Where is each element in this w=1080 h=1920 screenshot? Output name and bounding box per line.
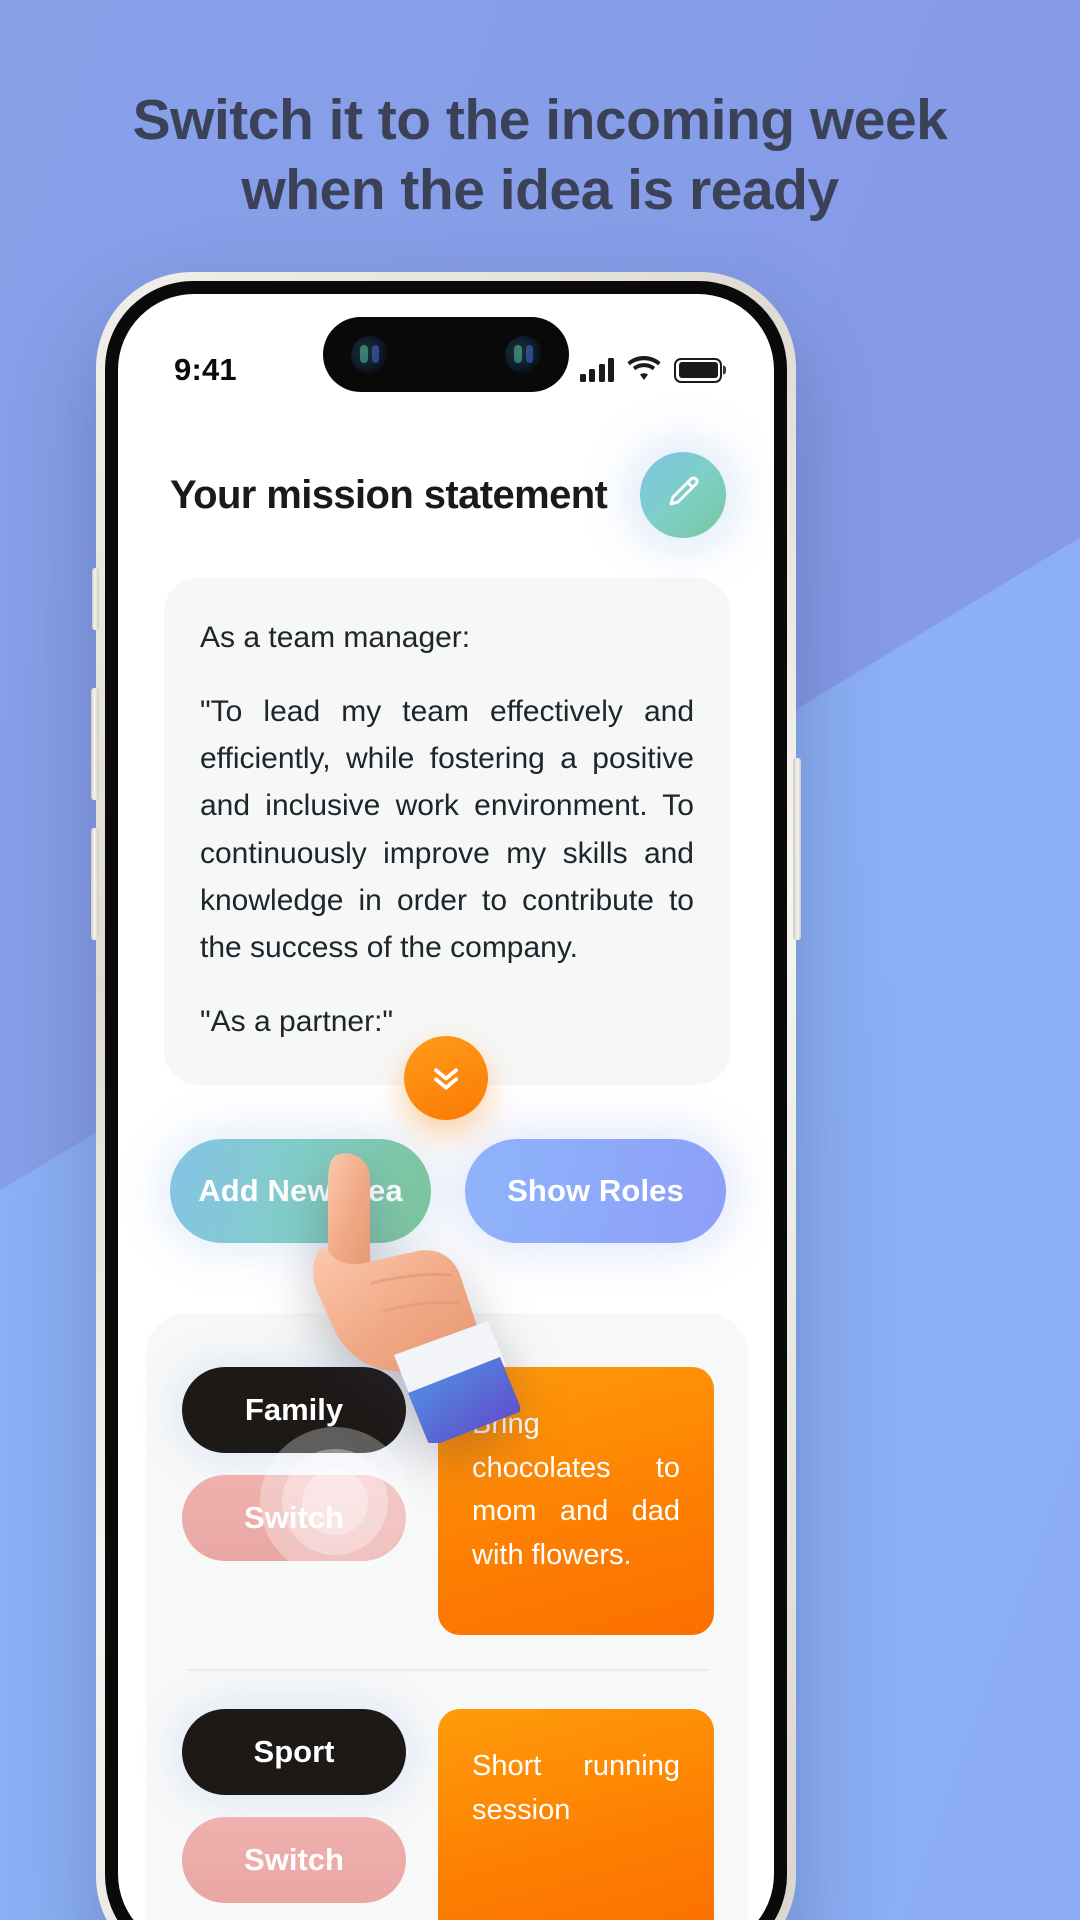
face-id-sensor-icon — [505, 335, 543, 374]
task-card[interactable]: Bring chocolates to mom and dad with flo… — [438, 1367, 714, 1636]
mission-lead-text: As a team manager: — [200, 621, 471, 654]
promo-headline: Switch it to the incoming week when the … — [132, 88, 948, 222]
task-category-tag[interactable]: Sport — [182, 1709, 406, 1796]
volume-down-button[interactable] — [91, 828, 99, 940]
status-time: 9:41 — [174, 352, 237, 387]
tasks-panel: Family Switch Bring chocolates to mom an… — [146, 1313, 748, 1920]
task-switch-button[interactable]: Switch — [182, 1427, 410, 1578]
dynamic-island — [323, 317, 569, 392]
mission-statement-card: As a team manager: "To lead my team effe… — [164, 578, 730, 1086]
wifi-icon — [627, 355, 661, 386]
show-roles-button[interactable]: Show Roles — [465, 1139, 726, 1244]
task-switch-label: Switch — [244, 1842, 344, 1878]
mission-body-text: "To lead my team effectively and efficie… — [200, 694, 694, 965]
app-header: Your mission statement — [118, 412, 774, 538]
add-new-idea-button[interactable]: Add New Idea — [170, 1139, 431, 1244]
task-category-tag[interactable]: Family — [182, 1367, 406, 1454]
status-indicators — [579, 355, 722, 386]
power-button[interactable] — [793, 758, 801, 940]
task-controls: Sport Switch — [182, 1709, 406, 1904]
pencil-icon — [663, 473, 703, 518]
volume-up-button[interactable] — [91, 688, 99, 800]
silent-switch-button[interactable] — [92, 568, 99, 630]
task-row: Family Switch Bring chocolates to mom an… — [182, 1367, 714, 1669]
phone-screen: 9:41 Your mission statement As a team ma… — [118, 294, 774, 1920]
chevron-double-down-icon — [426, 1056, 466, 1101]
task-switch-label: Switch — [244, 1500, 344, 1536]
task-switch-button[interactable]: Switch — [182, 1817, 406, 1904]
page-title: Your mission statement — [170, 472, 608, 517]
edit-mission-button[interactable] — [640, 452, 726, 538]
front-camera-icon — [351, 335, 389, 374]
cellular-signal-icon — [579, 358, 614, 382]
expand-mission-button[interactable] — [404, 1036, 488, 1120]
battery-full-icon — [674, 357, 722, 383]
task-row: Sport Switch Short running session — [182, 1671, 714, 1920]
app-content: Your mission statement As a team manager… — [118, 294, 774, 1920]
task-controls: Family Switch — [182, 1367, 410, 1578]
phone-bezel: 9:41 Your mission statement As a team ma… — [105, 281, 787, 1920]
task-card[interactable]: Short running session — [438, 1709, 714, 1920]
phone-mockup: 9:41 Your mission statement As a team ma… — [91, 272, 801, 1920]
